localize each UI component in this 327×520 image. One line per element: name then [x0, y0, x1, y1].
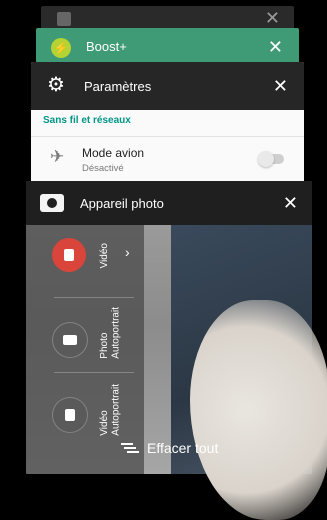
clear-all-icon — [121, 441, 139, 455]
divider — [54, 297, 134, 298]
divider — [54, 372, 134, 373]
gear-icon: ⚙ — [47, 74, 65, 96]
app-title-settings: Paramètres — [84, 79, 152, 94]
video-icon — [64, 249, 74, 261]
toggle-knob — [258, 151, 274, 167]
app-title-camera: Appareil photo — [80, 196, 164, 211]
video-icon — [65, 409, 75, 421]
card-header: Appareil photo ✕ — [26, 181, 312, 225]
card-header: ⚙ Paramètres ✕ — [31, 62, 304, 110]
airplane-mode-status: Désactivé — [82, 163, 124, 174]
chevron-right-icon[interactable]: › — [125, 244, 130, 260]
close-icon[interactable]: ✕ — [265, 9, 280, 27]
camera-icon — [40, 194, 64, 212]
divider — [31, 136, 304, 137]
boost-icon: ⚡ — [51, 38, 71, 58]
airplane-mode-toggle[interactable] — [258, 151, 284, 167]
close-icon[interactable]: ✕ — [283, 194, 298, 212]
camera-preview-subject — [190, 300, 327, 520]
photo-selfie-mode-button[interactable] — [52, 322, 88, 358]
clear-all-label: Effacer tout — [147, 440, 219, 456]
close-icon[interactable]: ✕ — [273, 77, 288, 95]
section-title: Sans fil et réseaux — [43, 115, 131, 126]
mode-label-photo-selfie: Photo Autoportrait — [99, 307, 122, 359]
app-icon — [57, 12, 71, 26]
video-selfie-mode-button[interactable] — [52, 397, 88, 433]
video-mode-button[interactable] — [52, 238, 86, 272]
close-icon[interactable]: ✕ — [268, 38, 283, 56]
app-title-boost: Boost+ — [86, 39, 127, 54]
airplane-icon: ✈ — [50, 147, 65, 166]
airplane-mode-label: Mode avion — [82, 146, 145, 160]
clear-all-button[interactable]: Effacer tout — [121, 440, 218, 456]
mode-label-video: Vidéo — [99, 243, 110, 269]
photo-icon — [63, 335, 77, 345]
mode-label-video-selfie: Vidéo Autoportrait — [99, 384, 122, 436]
